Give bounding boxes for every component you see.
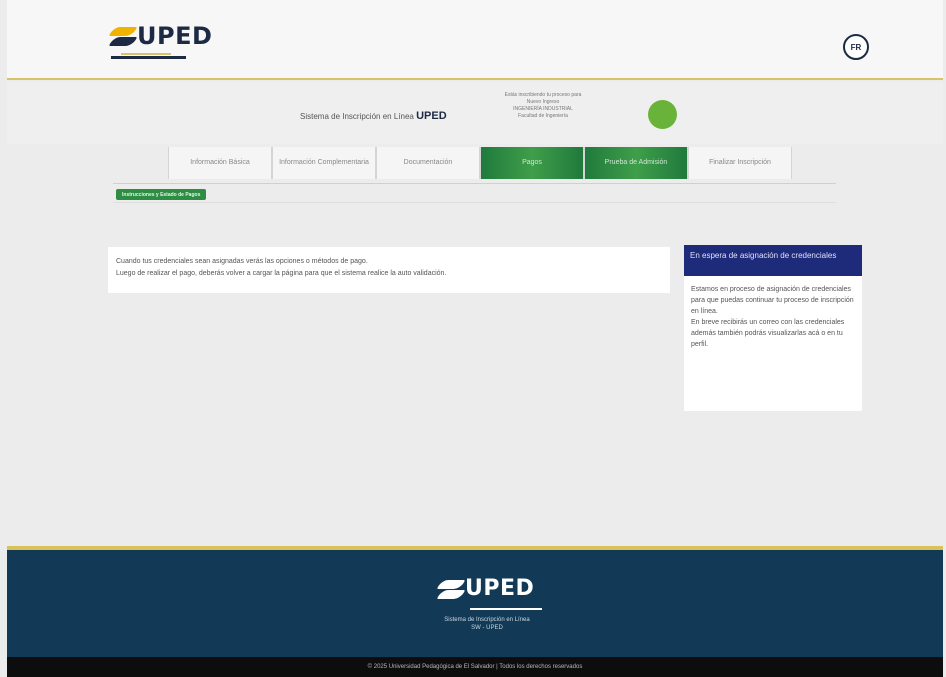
payment-instructions: Cuando tus credenciales sean asignadas v…: [108, 247, 670, 293]
card-paragraph-1: Estamos en proceso de asignación de cred…: [691, 286, 854, 315]
info-line: Estás inscribiendo tu proceso para: [504, 92, 582, 98]
divider: [113, 183, 836, 184]
uped-logo[interactable]: UPED: [108, 22, 213, 50]
info-line: Nuevo Ingreso: [526, 99, 560, 105]
uped-logo-icon: [108, 25, 138, 47]
card-paragraph-2: En breve recibirás un correo con las cre…: [691, 319, 845, 348]
status-indicator: [648, 100, 677, 129]
process-info-bar: Sistema de Inscripción en Línea UPED Est…: [7, 82, 943, 144]
footer-line-1: Sistema de Inscripción en Línea: [444, 617, 530, 623]
step-tabs: Información Básica Información Complemen…: [168, 147, 792, 179]
divider: [113, 202, 836, 203]
tab-documentacion[interactable]: Documentación: [376, 147, 480, 179]
tab-prueba-admision[interactable]: Prueba de Admisión: [584, 147, 688, 179]
logo-text: UPED: [137, 22, 213, 50]
credentials-status-card: En espera de asignación de credenciales …: [684, 245, 862, 411]
tab-informacion-complementaria[interactable]: Información Complementaria: [272, 147, 376, 179]
logo-underline: [111, 53, 186, 59]
section-tab-instrucciones[interactable]: Instrucciones y Estado de Pagos: [116, 189, 207, 200]
enrollment-details: Estás inscribiendo tu proceso para Nuevo…: [487, 92, 599, 120]
copyright-bar: © 2025 Universidad Pedagógica de El Salv…: [7, 657, 943, 677]
user-avatar[interactable]: FR: [843, 34, 869, 60]
footer: UPED Sistema de Inscripción en Línea SW …: [7, 550, 943, 657]
system-title-prefix: Sistema de Inscripción en Línea: [300, 112, 414, 121]
tab-finalizar-inscripcion[interactable]: Finalizar Inscripción: [688, 147, 792, 179]
footer-system-text: Sistema de Inscripción en Línea SW - UPE…: [407, 616, 567, 632]
footer-logo: UPED: [436, 576, 535, 601]
info-line: Facultad de Ingeniería: [518, 113, 568, 119]
system-title: Sistema de Inscripción en Línea UPED: [300, 110, 447, 122]
instruction-line-2: Luego de realizar el pago, deberás volve…: [116, 270, 447, 277]
footer-logo-text: UPED: [465, 576, 535, 601]
footer-logo-icon: [436, 578, 466, 600]
card-title: En espera de asignación de credenciales: [684, 245, 862, 276]
footer-logo-underline: [470, 608, 542, 610]
system-title-brand: UPED: [416, 110, 447, 122]
top-header: UPED FR: [7, 0, 943, 80]
instruction-line-1: Cuando tus credenciales sean asignadas v…: [116, 258, 368, 265]
footer-line-2: SW - UPED: [471, 625, 503, 631]
tab-informacion-basica[interactable]: Información Básica: [168, 147, 272, 179]
card-body: Estamos en proceso de asignación de cred…: [684, 276, 862, 350]
info-line: INGENIERÍA INDUSTRIAL: [513, 106, 573, 112]
tab-pagos[interactable]: Pagos: [480, 147, 584, 179]
